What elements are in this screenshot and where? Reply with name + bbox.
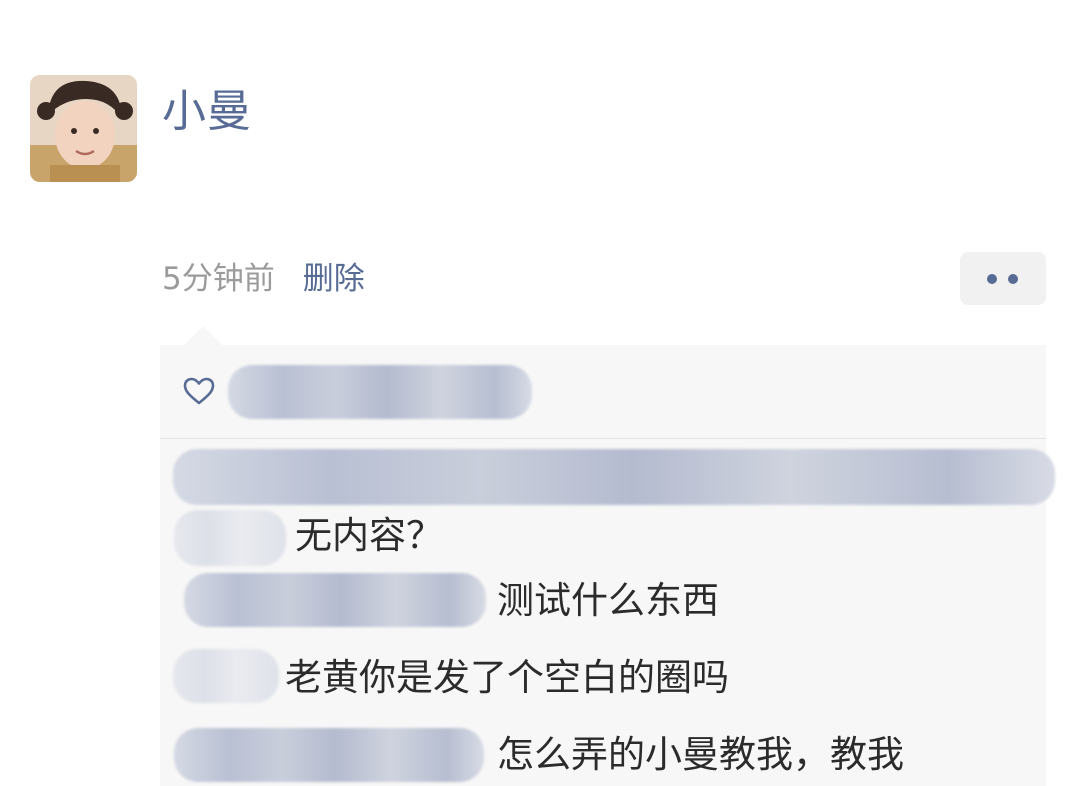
- commenter-name-blurred: [173, 649, 279, 703]
- commenter-name-blurred: [184, 573, 486, 627]
- comment-text: 测试什么东西: [497, 579, 719, 622]
- delete-button[interactable]: 删除: [303, 253, 365, 298]
- panel-arrow: [184, 326, 222, 345]
- commenter-name-blurred: [173, 449, 1055, 505]
- more-button[interactable]: [960, 252, 1046, 305]
- divider: [160, 438, 1046, 439]
- more-dots-icon: [1008, 274, 1018, 284]
- comment-text: 老黄你是发了个空白的圈吗: [285, 656, 729, 699]
- commenter-name-blurred: [174, 728, 484, 782]
- post-username[interactable]: 小曼: [162, 86, 252, 138]
- post-meta: 5分钟前 删除: [162, 253, 365, 297]
- commenter-name-blurred: [174, 510, 286, 566]
- comment-text: 无内容？: [295, 514, 443, 557]
- liker-names-blurred: [228, 365, 532, 419]
- comment-text: 怎么弄的小曼教我，教我: [497, 733, 904, 776]
- post-time: 5分钟前: [162, 260, 275, 297]
- likes-comments-panel: 无内容？ 测试什么东西 老黄你是发了个空白的圈吗 怎么弄的小曼教我，教我: [160, 345, 1055, 786]
- heart-icon: [182, 376, 216, 410]
- more-dots-icon: [987, 274, 997, 284]
- avatar[interactable]: [30, 75, 137, 182]
- likes-row: [160, 345, 1046, 438]
